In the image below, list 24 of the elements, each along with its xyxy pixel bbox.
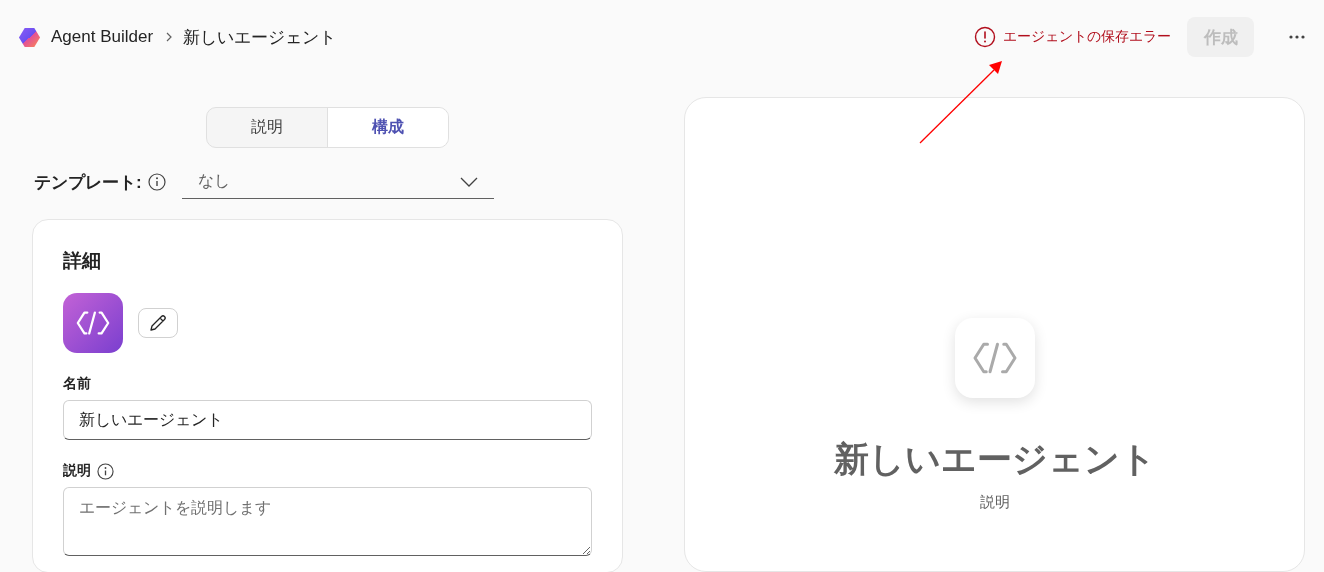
app-logo-icon: [18, 25, 41, 49]
name-label: 名前: [63, 375, 91, 393]
preview-title: 新しいエージェント: [833, 438, 1156, 481]
template-label: テンプレート:: [34, 171, 142, 194]
error-message: エージェントの保存エラー: [1003, 28, 1171, 46]
tab[interactable]: 構成: [327, 108, 448, 147]
agent-avatar-icon: [63, 293, 123, 353]
page-title: 新しいエージェント: [183, 26, 337, 49]
info-icon[interactable]: [147, 173, 166, 191]
section-title: 詳細: [63, 249, 102, 273]
name-field[interactable]: 新しいエージェント: [63, 400, 592, 440]
description-label: 説明: [63, 462, 91, 480]
agent-preview-icon: [954, 318, 1035, 398]
error-icon: [974, 26, 996, 48]
template-dropdown[interactable]: なし: [181, 165, 494, 199]
tab[interactable]: 説明: [207, 108, 327, 147]
edit-button[interactable]: [138, 308, 178, 338]
description-field[interactable]: エージェントを説明します: [63, 487, 592, 556]
pencil-icon: [148, 313, 168, 333]
chevron-down-icon: [459, 176, 478, 187]
more-options-icon[interactable]: [1288, 34, 1306, 40]
info-icon[interactable]: [97, 462, 114, 480]
app-name[interactable]: Agent Builder: [51, 27, 154, 47]
preview-subtitle: 説明: [979, 493, 1010, 512]
